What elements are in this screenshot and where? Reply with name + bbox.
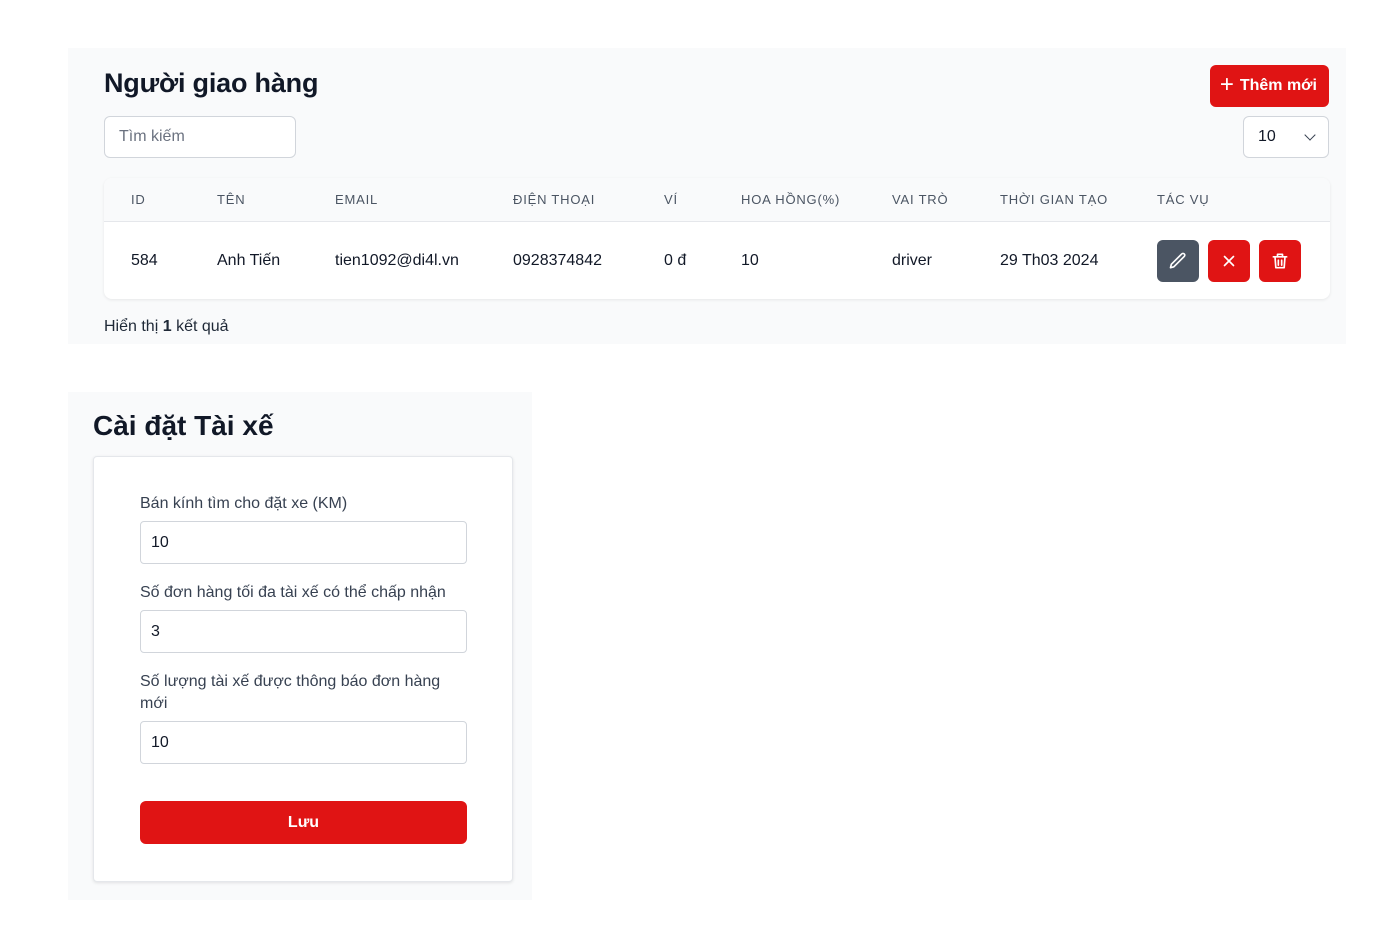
table-row: 584 Anh Tiến tien1092@di4l.vn 0928374842… xyxy=(104,222,1330,299)
cell-phone: 0928374842 xyxy=(513,252,602,269)
ban-driver-button[interactable] xyxy=(1208,240,1250,282)
page-size-select[interactable]: 10 xyxy=(1243,116,1329,158)
page-title: Người giao hàng xyxy=(104,68,319,98)
pencil-icon xyxy=(1169,252,1186,269)
edit-driver-button[interactable] xyxy=(1157,240,1199,282)
column-header-commission: HOA HỒNG(%) xyxy=(741,192,841,207)
drivers-table: ID TÊN EMAIL ĐIỆN THOẠI VÍ HOA HỒNG(%) V… xyxy=(104,178,1330,299)
cell-commission: 10 xyxy=(741,252,759,269)
driver-settings-panel: Cài đặt Tài xế Bán kính tìm cho đặt xe (… xyxy=(68,392,532,900)
close-icon xyxy=(1223,255,1235,267)
page-size-value: 10 xyxy=(1258,128,1276,145)
plus-icon: + xyxy=(1219,71,1234,98)
max-orders-input[interactable] xyxy=(140,610,467,653)
results-suffix: kết quả xyxy=(176,318,229,335)
notified-drivers-input[interactable] xyxy=(140,721,467,764)
results-summary: Hiển thị 1 kết quả xyxy=(104,318,229,336)
settings-form: Bán kính tìm cho đặt xe (KM) Số đơn hàng… xyxy=(93,456,513,882)
search-input[interactable] xyxy=(104,116,296,158)
cell-created-at: 29 Th03 2024 xyxy=(1000,252,1099,269)
search-radius-label: Bán kính tìm cho đặt xe (KM) xyxy=(140,495,348,512)
cell-name: Anh Tiến xyxy=(217,252,281,269)
drivers-panel: Người giao hàng + Thêm mới 10 ID TÊN EMA… xyxy=(68,48,1346,344)
chevron-down-icon xyxy=(1304,129,1316,141)
cell-email: tien1092@di4l.vn xyxy=(335,252,459,269)
column-header-phone: ĐIỆN THOẠI xyxy=(513,192,596,207)
notified-drivers-label: Số lượng tài xế được thông báo đơn hàng … xyxy=(140,673,441,712)
cell-id: 584 xyxy=(131,252,158,269)
trash-icon xyxy=(1272,253,1288,269)
column-header-created-at: THỜI GIAN TẠO xyxy=(1000,192,1108,207)
add-driver-button[interactable]: + Thêm mới xyxy=(1209,65,1329,107)
search-radius-input[interactable] xyxy=(140,521,467,564)
delete-driver-button[interactable] xyxy=(1259,240,1301,282)
max-orders-label: Số đơn hàng tối đa tài xế có thể chấp nh… xyxy=(140,584,446,601)
results-count: 1 xyxy=(162,318,172,335)
results-prefix: Hiển thị xyxy=(104,318,159,335)
column-header-id: ID xyxy=(131,192,146,207)
settings-title: Cài đặt Tài xế xyxy=(93,410,274,441)
save-button[interactable]: Lưu xyxy=(140,801,467,844)
column-header-name: TÊN xyxy=(217,192,246,207)
column-header-actions: TÁC VỤ xyxy=(1157,192,1210,207)
cell-wallet: 0 đ xyxy=(664,252,687,269)
column-header-wallet: VÍ xyxy=(664,192,678,207)
cell-role: driver xyxy=(892,252,933,269)
row-actions xyxy=(1157,240,1301,282)
column-header-email: EMAIL xyxy=(335,192,379,207)
column-header-role: VAI TRÒ xyxy=(892,192,949,207)
add-driver-button-label: Thêm mới xyxy=(1239,77,1317,94)
table-header: ID TÊN EMAIL ĐIỆN THOẠI VÍ HOA HỒNG(%) V… xyxy=(104,178,1330,222)
